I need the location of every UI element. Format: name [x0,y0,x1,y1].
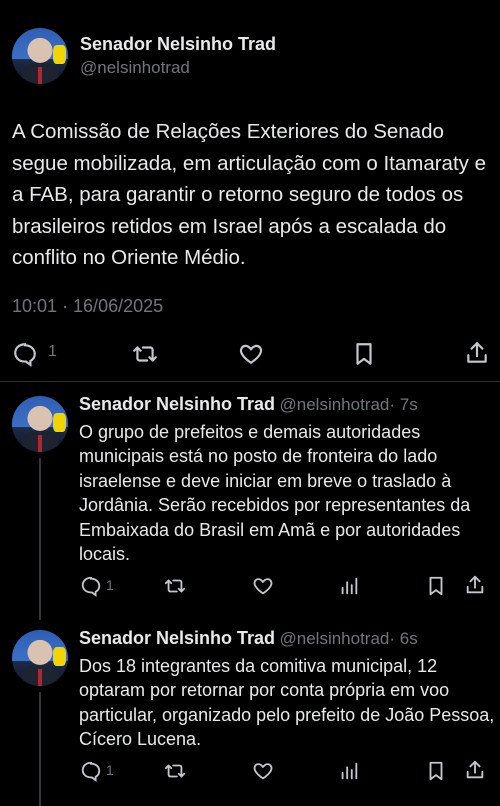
reply-text: Dos 18 integrantes da comitiva municipal… [79,656,495,750]
share-icon[interactable] [464,759,486,781]
retweet-icon[interactable] [132,341,158,367]
reply-header: Senador Nelsinho Trad @nelsinhotrad· 7s [79,394,418,415]
views-icon[interactable] [338,760,360,782]
bookmark-icon[interactable] [351,341,377,367]
tweet-text: A Comissão de Relações Exteriores do Sen… [12,120,487,269]
author-handle[interactable]: @nelsinhotrad [80,58,190,78]
divider [0,381,500,382]
bookmark-icon[interactable] [425,575,447,597]
views-icon[interactable] [338,575,360,597]
reply-count: 1 [106,762,114,778]
reply-time[interactable]: · 6s [389,629,417,648]
thread-line [39,692,41,806]
reply-header: Senador Nelsinho Trad @nelsinhotrad· 6s [79,628,418,649]
author-name[interactable]: Senador Nelsinho Trad [80,34,276,55]
author-name[interactable]: Senador Nelsinho Trad [79,628,275,648]
share-icon[interactable] [464,340,490,366]
avatar[interactable] [12,396,68,452]
author-handle[interactable]: @nelsinhotrad [280,395,390,414]
retweet-icon[interactable] [164,575,186,597]
tweet-timestamp[interactable]: 10:01 · 16/06/2025 [12,296,163,317]
main-tweet: Senador Nelsinho Trad @nelsinhotrad A Co… [0,0,500,381]
reply-time[interactable]: · 7s [389,395,417,414]
like-icon[interactable] [252,760,274,782]
share-icon[interactable] [464,574,486,596]
avatar[interactable] [12,28,68,84]
reply-count: 1 [48,343,57,360]
reply-icon[interactable] [12,341,38,367]
thread-line [39,458,41,620]
author-name[interactable]: Senador Nelsinho Trad [79,394,275,414]
reply-icon[interactable] [80,760,102,782]
author-handle[interactable]: @nelsinhotrad [280,629,390,648]
like-icon[interactable] [238,341,264,367]
like-icon[interactable] [252,575,274,597]
reply-text: O grupo de prefeitos e demais autoridade… [79,422,471,565]
reply-count: 1 [106,577,114,593]
avatar[interactable] [12,630,68,686]
retweet-icon[interactable] [164,760,186,782]
reply-icon[interactable] [80,575,102,597]
bookmark-icon[interactable] [425,760,447,782]
